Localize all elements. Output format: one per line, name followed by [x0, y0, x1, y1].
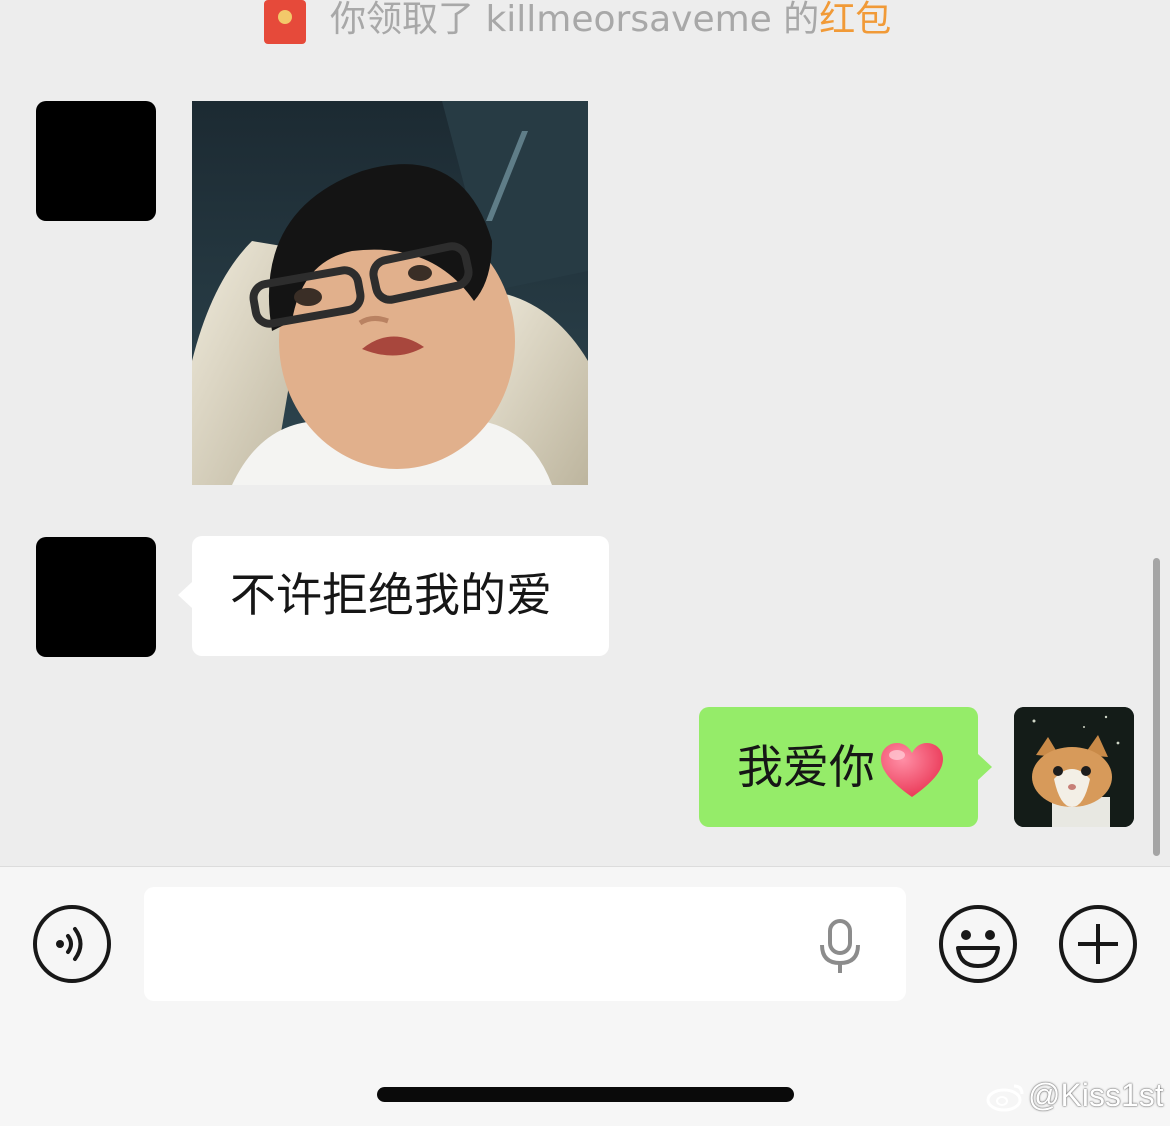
scrollbar[interactable] — [1153, 558, 1160, 856]
chat-area[interactable]: 你领取了 killmeorsaveme 的红包 不许拒绝我的爱 我爱你 — [0, 0, 1170, 866]
weibo-icon — [986, 1084, 1024, 1112]
input-bar: @Kiss1st — [0, 866, 1170, 1126]
red-packet-icon — [264, 0, 306, 44]
message-text: 不许拒绝我的爱 — [230, 568, 552, 622]
system-message: 你领取了 killmeorsaveme 的红包 — [0, 0, 1170, 44]
plus-icon[interactable] — [1058, 904, 1138, 984]
heart-icon — [881, 743, 943, 797]
received-message-bubble[interactable]: 不许拒绝我的爱 — [178, 536, 609, 656]
watermark-text: @Kiss1st — [1028, 1077, 1164, 1113]
image-message[interactable] — [192, 101, 588, 485]
sent-message-bubble[interactable]: 我爱你 — [699, 707, 992, 827]
red-packet-link[interactable]: 红包 — [819, 0, 891, 40]
system-message-body: 你领取了 killmeorsaveme 的 — [330, 0, 820, 40]
cat-photo — [1014, 707, 1134, 827]
system-message-text: 你领取了 killmeorsaveme 的红包 — [330, 0, 891, 40]
smiley-icon[interactable] — [938, 904, 1018, 984]
photo-boy-glasses — [192, 101, 588, 485]
microphone-icon[interactable] — [818, 919, 862, 975]
message-input[interactable] — [144, 887, 906, 1001]
contact-avatar[interactable] — [36, 537, 156, 657]
home-indicator[interactable] — [377, 1087, 794, 1102]
contact-avatar[interactable] — [36, 101, 156, 221]
message-text: 我爱你 — [737, 740, 875, 794]
voice-icon[interactable] — [32, 904, 112, 984]
watermark: @Kiss1st — [986, 1077, 1164, 1114]
my-avatar[interactable] — [1014, 707, 1134, 827]
